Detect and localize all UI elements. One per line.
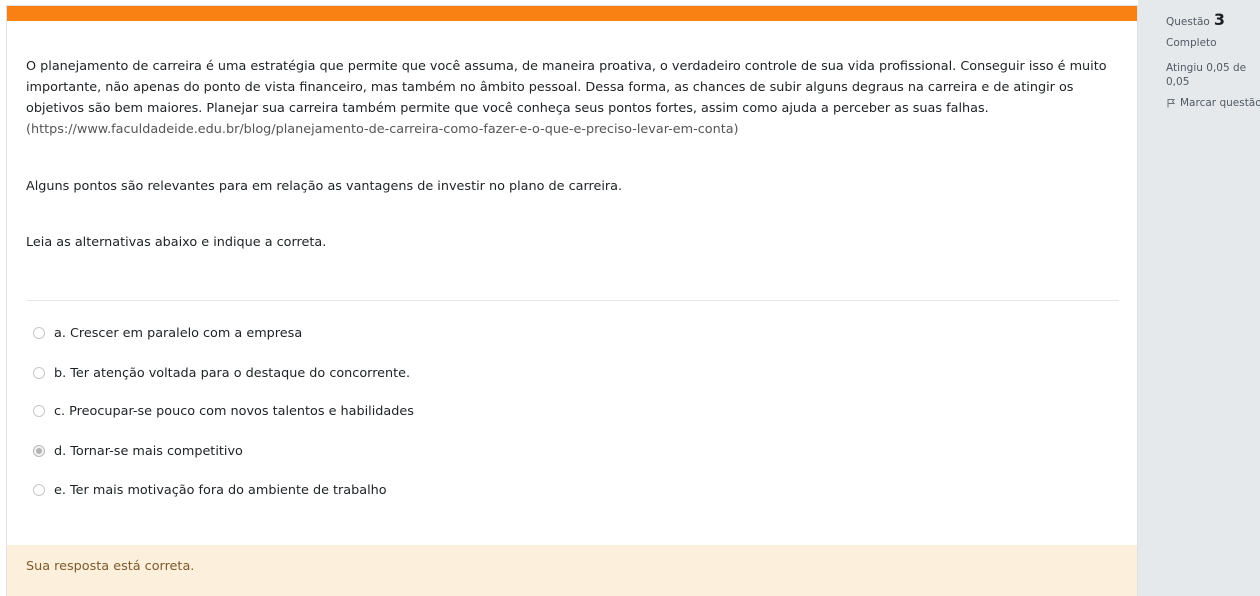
flag-icon xyxy=(1166,98,1176,108)
answer-label: e. Ter mais motivação fora do ambiente d… xyxy=(54,482,387,498)
flag-label: Marcar questão xyxy=(1180,97,1260,109)
answer-option-d[interactable]: d. Tornar-se mais competitivo xyxy=(33,440,243,462)
answer-label: b. Ter atenção voltada para o destaque d… xyxy=(54,365,411,381)
radio-icon[interactable] xyxy=(33,484,45,496)
question-grade: Atingiu 0,05 de 0,05 xyxy=(1166,62,1247,88)
source-link[interactable]: (https://www.faculdadeide.edu.br/blog/pl… xyxy=(26,119,1121,140)
question-label: Questão xyxy=(1166,16,1210,28)
question-number: Questão 3 xyxy=(1166,10,1260,29)
radio-icon[interactable] xyxy=(33,445,45,457)
answer-option-c[interactable]: c. Preocupar-se pouco com novos talentos… xyxy=(33,400,414,422)
intro-paragraph: O planejamento de carreira é uma estraté… xyxy=(26,59,1107,116)
flag-question-button[interactable]: Marcar questão xyxy=(1166,97,1260,109)
question-state: Completo xyxy=(1166,37,1217,49)
radio-icon[interactable] xyxy=(33,367,45,379)
accent-bar xyxy=(7,6,1137,21)
answer-option-e[interactable]: e. Ter mais motivação fora do ambiente d… xyxy=(33,479,387,501)
answer-label: d. Tornar-se mais competitivo xyxy=(54,443,243,459)
question-card: O planejamento de carreira é uma estraté… xyxy=(6,5,1138,596)
feedback-box: Sua resposta está correta. xyxy=(7,545,1137,596)
answer-option-a[interactable]: a. Crescer em paralelo com a empresa xyxy=(33,322,302,344)
question-info-panel: Questão 3 Completo Atingiu 0,05 de 0,05 … xyxy=(1138,0,1260,596)
answer-option-b[interactable]: b. Ter atenção voltada para o destaque d… xyxy=(33,362,410,384)
radio-icon[interactable] xyxy=(33,327,45,339)
answer-label: c. Preocupar-se pouco com novos talentos… xyxy=(54,403,414,419)
radio-icon[interactable] xyxy=(33,405,45,417)
divider xyxy=(26,300,1119,301)
question-text: O planejamento de carreira é uma estraté… xyxy=(26,56,1121,140)
feedback-text: Sua resposta está correta. xyxy=(26,559,195,574)
question-number-value: 3 xyxy=(1213,10,1225,29)
question-statement: Alguns pontos são relevantes para em rel… xyxy=(26,179,623,194)
answer-label: a. Crescer em paralelo com a empresa xyxy=(54,325,303,341)
question-instruction: Leia as alternativas abaixo e indique a … xyxy=(26,235,327,250)
